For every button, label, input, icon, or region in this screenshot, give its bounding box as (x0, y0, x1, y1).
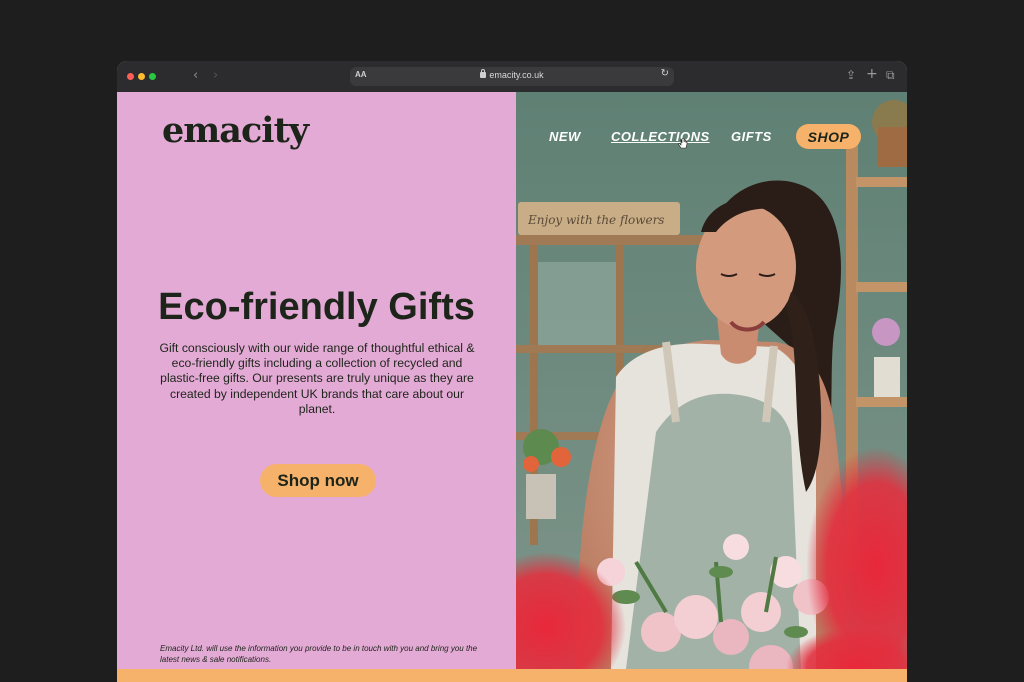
zoom-window-button[interactable] (149, 73, 156, 80)
new-tab-icon[interactable]: + (866, 67, 878, 81)
reload-icon[interactable]: ↻ (661, 68, 669, 79)
address-bar[interactable]: AA emacity.co.uk ↻ (350, 67, 674, 86)
photo-sign-text: Enjoy with the flowers (527, 213, 664, 227)
nav-new-link[interactable]: NEW (549, 129, 581, 144)
hero-headline: Eco-friendly Gifts (158, 286, 475, 328)
nav-gifts-link[interactable]: GIFTS (731, 129, 772, 144)
nav-shop-button[interactable]: SHOP (796, 124, 861, 149)
nav-collections-link[interactable]: COLLECTIONS (611, 129, 710, 144)
url-display: emacity.co.uk (350, 69, 674, 80)
share-icon[interactable]: ⇪ (846, 68, 856, 82)
shop-now-button[interactable]: Shop now (260, 464, 376, 497)
footer-strip (117, 669, 907, 682)
browser-toolbar: ‹ › AA emacity.co.uk ↻ ⇪ + ⧉ (117, 61, 907, 92)
pointer-cursor-icon (678, 138, 688, 149)
hero-photo-panel: Enjoy with the flowers NEW COLLECTIONS G… (516, 92, 907, 669)
hero-description: Gift consciously with our wide range of … (159, 341, 475, 416)
forward-icon[interactable]: › (213, 68, 218, 83)
hero-text-panel: emacity Eco-friendly Gifts Gift consciou… (117, 92, 516, 669)
url-text: emacity.co.uk (489, 70, 544, 80)
close-window-button[interactable] (127, 73, 134, 80)
minimize-window-button[interactable] (138, 73, 145, 80)
florist-photo: Enjoy with the flowers (516, 92, 907, 669)
privacy-disclaimer: Emacity Ltd. will use the information yo… (160, 644, 478, 664)
lock-icon (480, 69, 487, 78)
site-logo[interactable]: emacity (162, 110, 309, 151)
tabs-overview-icon[interactable]: ⧉ (886, 68, 895, 82)
back-icon[interactable]: ‹ (193, 68, 198, 83)
browser-window: ‹ › AA emacity.co.uk ↻ ⇪ + ⧉ emacity Eco… (117, 61, 907, 682)
